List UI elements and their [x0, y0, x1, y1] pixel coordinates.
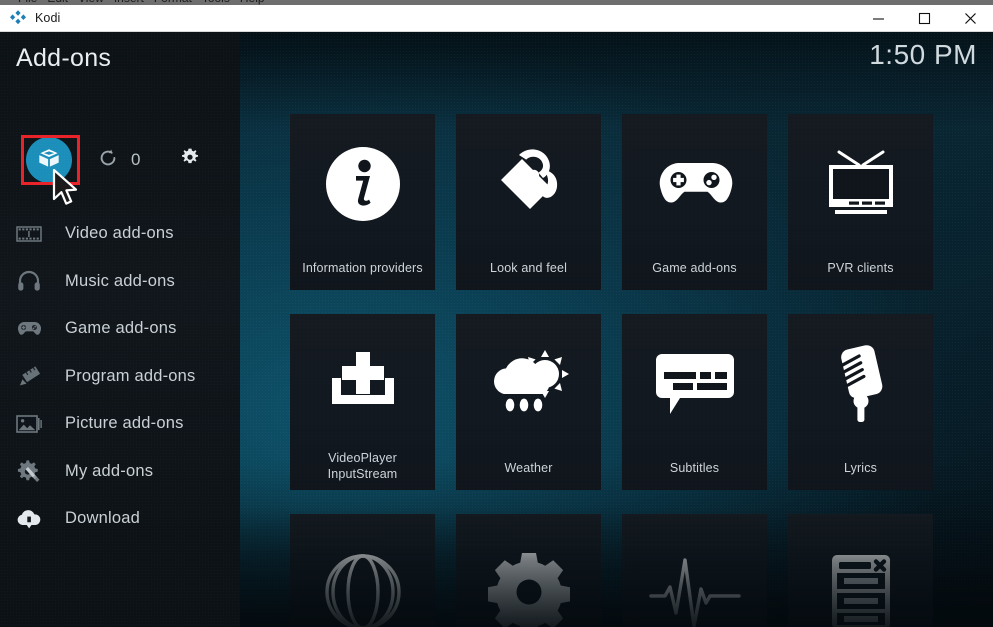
sidebar-item-label: Picture add-ons	[65, 414, 184, 433]
maximize-button[interactable]	[901, 5, 947, 32]
mouse-cursor-icon	[52, 168, 82, 214]
page-title: Add-ons	[16, 44, 112, 72]
inbox-plus-icon	[290, 314, 435, 450]
speech-bubble-lines-icon	[622, 314, 767, 460]
tile-label: Game add-ons	[652, 261, 737, 275]
gamepad-icon	[12, 314, 46, 344]
sidebar-item-game-addons[interactable]: Game add-ons	[0, 305, 240, 353]
waveform-pulse-icon	[622, 514, 767, 627]
gear-icon	[456, 514, 601, 627]
gear-brush-icon	[12, 456, 46, 486]
picture-frame-icon	[12, 409, 46, 439]
tile-pvr-clients[interactable]: PVR clients	[788, 114, 933, 290]
close-button[interactable]	[947, 5, 993, 32]
kodi-logo-icon	[9, 9, 27, 27]
sidebar-action-bar: 0	[0, 128, 240, 192]
tile-subtitles[interactable]: Subtitles	[622, 314, 767, 490]
close-icon	[964, 12, 976, 24]
tile-label: Information providers	[302, 261, 423, 275]
gamepad-icon	[622, 114, 767, 260]
tile-label: Weather	[504, 461, 553, 475]
addon-category-grid: Information providers Look and feel Game…	[290, 114, 962, 627]
television-icon	[788, 114, 933, 260]
sidebar-item-download[interactable]: Download	[0, 495, 240, 543]
sidebar-item-my-addons[interactable]: My add-ons	[0, 448, 240, 496]
sidebar-item-video-addons[interactable]: Video add-ons	[0, 210, 240, 258]
cloud-download-icon	[12, 504, 46, 534]
globe-icon	[290, 514, 435, 627]
window-title: Kodi	[35, 11, 61, 25]
tile-services[interactable]	[290, 514, 435, 627]
tile-look-and-feel[interactable]: Look and feel	[456, 114, 601, 290]
refresh-icon	[98, 148, 118, 173]
minimize-button[interactable]	[855, 5, 901, 32]
tile-context-menus[interactable]	[456, 514, 601, 627]
film-strip-icon	[12, 219, 46, 249]
tile-audio-dsp[interactable]	[622, 514, 767, 627]
window-title-bar: Kodi	[0, 5, 993, 32]
info-circle-icon	[290, 114, 435, 260]
sidebar-item-label: Game add-ons	[65, 319, 177, 338]
sidebar-settings-button[interactable]	[178, 146, 202, 175]
sun-cloud-rain-icon	[456, 314, 601, 460]
refresh-count-label: 0	[131, 150, 141, 169]
tile-label: VideoPlayer InputStream	[327, 451, 398, 481]
maximize-icon	[918, 12, 930, 24]
clock-label: 1:50 PM	[869, 39, 977, 70]
tile-lyrics[interactable]: Lyrics	[788, 314, 933, 490]
minimize-icon	[872, 17, 884, 20]
tile-label: Look and feel	[489, 261, 567, 275]
tile-game-addons[interactable]: Game add-ons	[622, 114, 767, 290]
sidebar-item-label: My add-ons	[65, 461, 154, 480]
sidebar-item-label: Program add-ons	[65, 366, 196, 385]
tile-label: Lyrics	[843, 461, 878, 475]
refresh-button[interactable]: 0	[98, 148, 140, 173]
ruler-pencil-icon	[12, 361, 46, 391]
tile-label: Subtitles	[669, 461, 720, 475]
microphone-icon	[788, 314, 933, 460]
gear-icon	[178, 146, 202, 175]
sidebar-item-program-addons[interactable]: Program add-ons	[0, 353, 240, 401]
sidebar-nav-list: Video add-ons Music add-ons Game add-ons…	[0, 210, 240, 543]
sidebar-item-label: Video add-ons	[65, 224, 174, 243]
tile-label: PVR clients	[827, 261, 894, 275]
sidebar: 0 Video add-ons Music add-ons Game add-o…	[0, 32, 240, 627]
sidebar-item-label: Music add-ons	[65, 271, 175, 290]
tile-weather[interactable]: Weather	[456, 314, 601, 490]
headphones-icon	[12, 266, 46, 296]
sidebar-item-music-addons[interactable]: Music add-ons	[0, 258, 240, 306]
kodi-stage: 0 Video add-ons Music add-ons Game add-o…	[0, 32, 993, 627]
kodi-window: File Edit View Insert Format Tools Help …	[0, 0, 993, 627]
sidebar-item-picture-addons[interactable]: Picture add-ons	[0, 400, 240, 448]
tile-videoplayer-inputstream[interactable]: VideoPlayer InputStream	[290, 314, 435, 490]
dialog-close-icon	[788, 514, 933, 627]
tile-skin-dialogs[interactable]	[788, 514, 933, 627]
sidebar-item-label: Download	[65, 509, 140, 528]
price-tag-icon	[456, 114, 601, 260]
tile-information-providers[interactable]: Information providers	[290, 114, 435, 290]
